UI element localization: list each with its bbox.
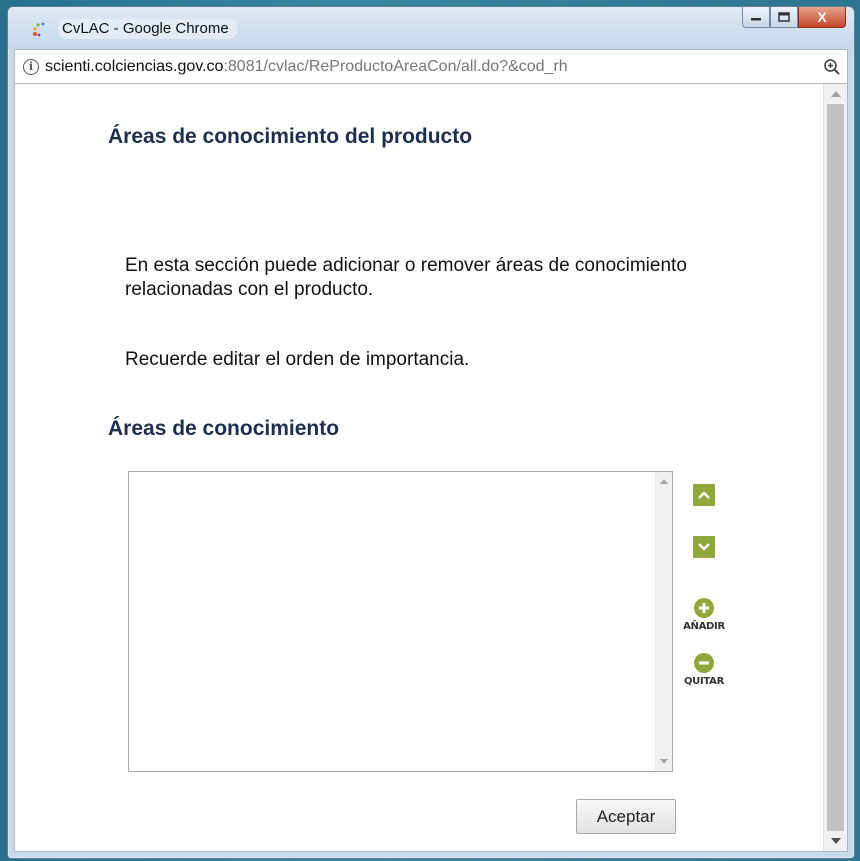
page-content: Áreas de conocimiento del producto En es… <box>14 83 848 852</box>
scrollbar-thumb[interactable] <box>827 104 844 831</box>
info-icon[interactable]: i <box>23 58 39 75</box>
add-label[interactable]: AÑADIR <box>681 621 727 632</box>
chevron-down-icon <box>698 543 710 551</box>
move-up-button[interactable] <box>693 484 715 506</box>
remove-label[interactable]: QUITAR <box>681 676 727 687</box>
cvlac-logo-icon <box>33 22 45 37</box>
accept-button[interactable]: Aceptar <box>576 799 676 834</box>
scroll-up-icon[interactable] <box>831 91 841 97</box>
add-area-button[interactable] <box>694 598 714 618</box>
scroll-down-icon[interactable] <box>831 838 841 844</box>
minimize-button[interactable] <box>742 7 770 28</box>
section-description: En esta sección puede adicionar o remove… <box>125 255 687 300</box>
zoom-in-icon[interactable] <box>823 58 841 76</box>
section-title: Áreas de conocimiento <box>108 417 340 440</box>
plus-icon <box>699 603 709 613</box>
move-down-button[interactable] <box>693 536 715 558</box>
list-scroll-up-icon[interactable] <box>660 479 668 484</box>
page-scrollbar[interactable] <box>823 84 847 851</box>
close-icon: X <box>817 9 827 25</box>
maximize-button[interactable] <box>770 7 798 28</box>
title-bar[interactable]: CvLAC - Google Chrome X <box>8 7 854 49</box>
chevron-up-icon <box>698 491 710 499</box>
close-button[interactable]: X <box>798 7 846 28</box>
browser-popup-window: CvLAC - Google Chrome X i scienti.colcie… <box>7 6 855 859</box>
list-scroll-down-icon[interactable] <box>660 759 668 764</box>
knowledge-areas-list[interactable] <box>128 471 673 772</box>
page-title: Áreas de conocimiento del producto <box>108 125 473 148</box>
address-bar[interactable]: i scienti.colciencias.gov.co:8081/cvlac/… <box>14 49 848 83</box>
url-host: scienti.colciencias.gov.co <box>45 57 224 75</box>
url-text[interactable]: scienti.colciencias.gov.co:8081/cvlac/Re… <box>45 58 825 76</box>
reminder-text: Recuerde editar el orden de importancia. <box>125 349 470 370</box>
minus-icon <box>699 661 709 665</box>
maximize-icon <box>778 12 790 22</box>
list-scrollbar[interactable] <box>655 472 672 771</box>
caption-buttons: X <box>742 7 846 29</box>
minimize-icon <box>751 18 761 21</box>
remove-area-button[interactable] <box>694 653 714 673</box>
url-path: :8081/cvlac/ReProductoAreaCon/all.do?&co… <box>223 57 568 75</box>
window-title: CvLAC - Google Chrome <box>58 19 237 39</box>
